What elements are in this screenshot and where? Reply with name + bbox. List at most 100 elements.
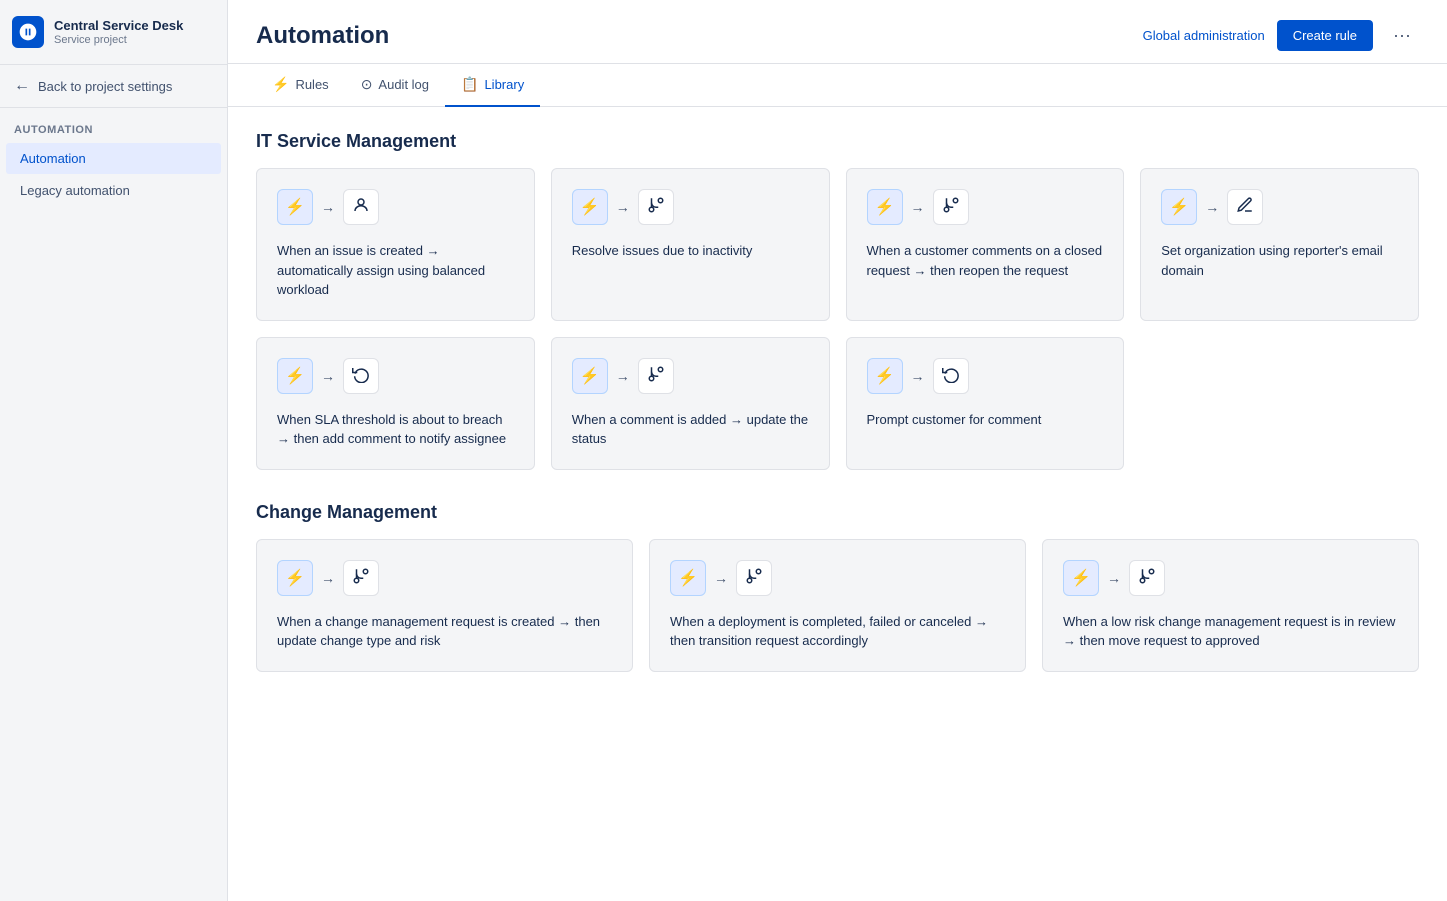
action-icon-box	[1227, 189, 1263, 225]
action-icon-box	[736, 560, 772, 596]
back-to-settings[interactable]: ← Back to project settings	[0, 65, 227, 108]
arrow-icon: →	[1205, 199, 1219, 215]
sidebar-header: Central Service Desk Service project	[0, 0, 227, 65]
sidebar-item-automation[interactable]: Automation	[6, 143, 221, 174]
card-text: When a deployment is completed, failed o…	[670, 612, 1005, 651]
arrow-icon: →	[321, 570, 335, 586]
bolt-icon: ⚡	[1169, 197, 1189, 217]
trigger-icon-box: ⚡	[277, 560, 313, 596]
card-deployment-transition[interactable]: ⚡ → When a deployment is completed, fail…	[649, 539, 1026, 672]
change-mgmt-cards-grid: ⚡ → When a change management request is …	[256, 539, 1419, 672]
bolt-icon: ⚡	[875, 197, 895, 217]
refresh-icon	[352, 365, 370, 387]
arrow-icon: →	[714, 570, 728, 586]
card-text: When a low risk change management reques…	[1063, 612, 1398, 651]
sidebar: Central Service Desk Service project ← B…	[0, 0, 228, 901]
action-icon-box	[343, 189, 379, 225]
branch-icon	[647, 196, 665, 218]
card-text: Resolve issues due to inactivity	[572, 241, 809, 261]
person-icon	[352, 196, 370, 218]
tab-rules-label: Rules	[295, 77, 328, 92]
trigger-icon-box: ⚡	[572, 189, 608, 225]
card-resolve-inactivity[interactable]: ⚡ → Resolve issues due to inactivity	[551, 168, 830, 321]
branch-icon	[647, 365, 665, 387]
library-icon: 📋	[461, 76, 478, 93]
card-reopen-request[interactable]: ⚡ → When a customer comments on a closed…	[846, 168, 1125, 321]
sidebar-item-legacy-automation[interactable]: Legacy automation	[6, 175, 221, 206]
arrow-icon: →	[321, 199, 335, 215]
tab-audit-log-label: Audit log	[378, 77, 429, 92]
action-icon-box	[933, 358, 969, 394]
card-low-risk-approved[interactable]: ⚡ → When a low risk change management re…	[1042, 539, 1419, 672]
action-icon-box	[933, 189, 969, 225]
header-actions: Global administration Create rule ···	[1143, 20, 1419, 51]
arrow-icon: →	[1107, 570, 1121, 586]
tab-rules[interactable]: ⚡ Rules	[256, 64, 345, 107]
trigger-icon-box: ⚡	[572, 358, 608, 394]
tab-library-label: Library	[484, 77, 524, 92]
bolt-icon: ⚡	[580, 197, 600, 217]
main-content: Automation Global administration Create …	[228, 0, 1447, 901]
card-set-organization[interactable]: ⚡ → Set organization using reporter's em…	[1140, 168, 1419, 321]
action-icon-box	[343, 358, 379, 394]
project-name: Central Service Desk	[54, 18, 183, 35]
action-icon-box	[343, 560, 379, 596]
more-options-button[interactable]: ···	[1385, 21, 1419, 50]
section-label: AUTOMATION	[0, 108, 227, 142]
action-icon-box	[1129, 560, 1165, 596]
card-text: When SLA threshold is about to breach → …	[277, 410, 514, 449]
main-header: Automation Global administration Create …	[228, 0, 1447, 64]
bolt-icon: ⚡	[285, 197, 305, 217]
global-admin-button[interactable]: Global administration	[1143, 28, 1265, 43]
change-mgmt-section-title: Change Management	[256, 502, 1419, 523]
bolt-icon: ⚡	[580, 366, 600, 386]
card-sla-breach[interactable]: ⚡ → When SLA threshold is about to breac…	[256, 337, 535, 470]
card-text: When a customer comments on a closed req…	[867, 241, 1104, 280]
bolt-icon: ⚡	[1071, 568, 1091, 588]
page-title: Automation	[256, 22, 389, 50]
arrow-icon: →	[321, 368, 335, 384]
trigger-icon-box: ⚡	[1161, 189, 1197, 225]
card-text: When an issue is created → automatically…	[277, 241, 514, 300]
tab-library[interactable]: 📋 Library	[445, 64, 540, 107]
refresh-icon	[942, 365, 960, 387]
tab-audit-log[interactable]: ⊙ Audit log	[345, 64, 445, 107]
trigger-icon-box: ⚡	[670, 560, 706, 596]
itsm-section-title: IT Service Management	[256, 131, 1419, 152]
card-text: When a comment is added → update the sta…	[572, 410, 809, 449]
branch-icon	[1138, 567, 1156, 589]
sidebar-nav: Automation Legacy automation	[0, 142, 227, 207]
card-text: When a change management request is crea…	[277, 612, 612, 651]
rules-icon: ⚡	[272, 76, 289, 93]
itsm-cards-grid: ⚡ → When an issue is created → automatic…	[256, 168, 1419, 470]
action-icon-box	[638, 189, 674, 225]
bolt-icon: ⚡	[285, 366, 305, 386]
bolt-icon: ⚡	[285, 568, 305, 588]
branch-icon	[942, 196, 960, 218]
bolt-icon: ⚡	[678, 568, 698, 588]
project-type: Service project	[54, 34, 183, 46]
branch-icon	[352, 567, 370, 589]
card-comment-status[interactable]: ⚡ → When a comment is added → update the…	[551, 337, 830, 470]
bolt-icon: ⚡	[875, 366, 895, 386]
back-label: Back to project settings	[38, 79, 172, 94]
trigger-icon-box: ⚡	[277, 189, 313, 225]
branch-icon	[745, 567, 763, 589]
arrow-icon: →	[911, 199, 925, 215]
card-change-type-risk[interactable]: ⚡ → When a change management request is …	[256, 539, 633, 672]
card-text: Set organization using reporter's email …	[1161, 241, 1398, 280]
trigger-icon-box: ⚡	[277, 358, 313, 394]
card-prompt-customer[interactable]: ⚡ → Prompt customer for comment	[846, 337, 1125, 470]
card-balanced-workload[interactable]: ⚡ → When an issue is created → automatic…	[256, 168, 535, 321]
content-area: IT Service Management ⚡ → When an issue …	[228, 107, 1447, 728]
back-icon: ←	[14, 77, 30, 95]
trigger-icon-box: ⚡	[867, 189, 903, 225]
action-icon-box	[638, 358, 674, 394]
create-rule-button[interactable]: Create rule	[1277, 20, 1373, 51]
arrow-icon: →	[616, 368, 630, 384]
card-text: Prompt customer for comment	[867, 410, 1104, 430]
audit-log-icon: ⊙	[361, 76, 373, 93]
arrow-icon: →	[911, 368, 925, 384]
pencil-icon	[1236, 196, 1254, 218]
project-logo	[12, 16, 44, 48]
